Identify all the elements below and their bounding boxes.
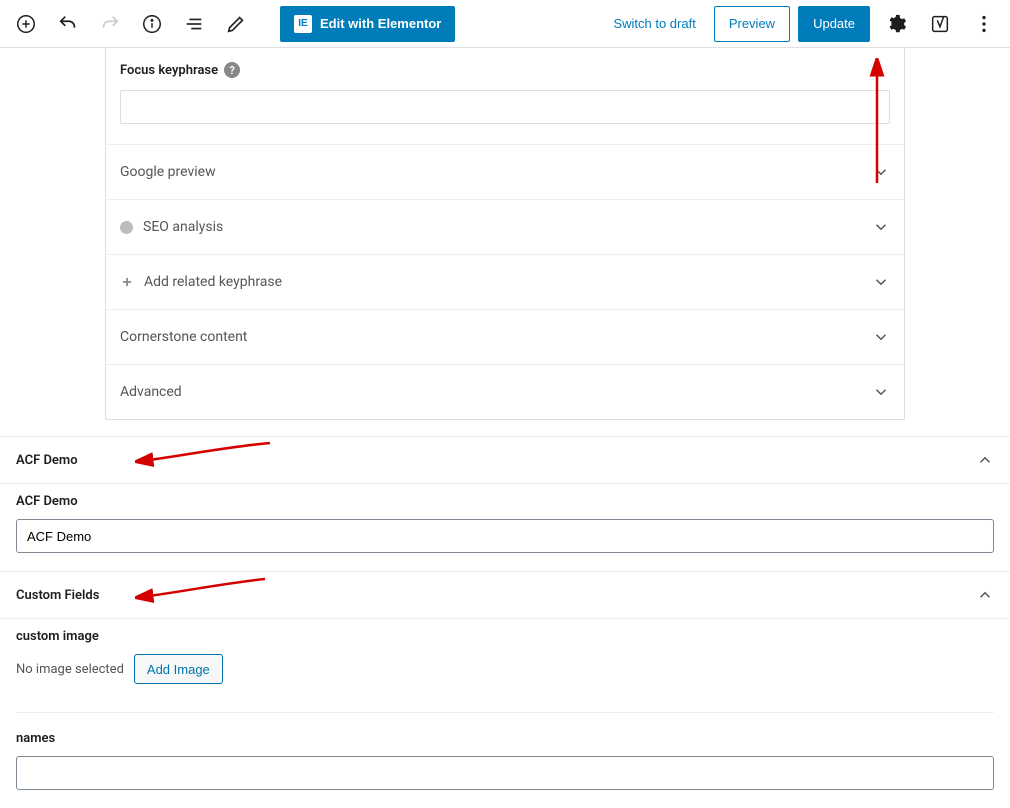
edit-mode-button[interactable] <box>218 6 254 42</box>
edit-with-elementor-button[interactable]: IE Edit with Elementor <box>280 6 455 42</box>
seo-analysis-label: SEO analysis <box>143 219 223 235</box>
advanced-row[interactable]: Advanced <box>106 364 904 419</box>
acf-demo-title: ACF Demo <box>16 453 78 468</box>
acf-demo-body: ACF Demo <box>0 483 1010 571</box>
google-preview-row[interactable]: Google preview <box>106 144 904 199</box>
focus-keyphrase-label-row: Focus keyphrase ? <box>120 62 890 78</box>
elementor-button-label: Edit with Elementor <box>320 16 441 31</box>
advanced-label: Advanced <box>120 384 182 400</box>
update-button[interactable]: Update <box>798 6 870 42</box>
focus-keyphrase-input[interactable] <box>120 90 890 124</box>
chevron-down-icon <box>872 218 890 236</box>
cornerstone-content-row[interactable]: Cornerstone content <box>106 309 904 364</box>
custom-fields-header[interactable]: Custom Fields <box>0 572 1010 618</box>
chevron-up-icon <box>976 586 994 604</box>
cornerstone-content-label: Cornerstone content <box>120 329 247 345</box>
editor-main: Focus keyphrase ? Google preview SEO ana… <box>0 48 1010 808</box>
editor-top-toolbar: IE Edit with Elementor Switch to draft P… <box>0 0 1010 48</box>
chevron-down-icon <box>872 163 890 181</box>
custom-image-label: custom image <box>16 619 994 654</box>
add-block-button[interactable] <box>8 6 44 42</box>
acf-demo-metabox: ACF Demo ACF Demo <box>0 436 1010 571</box>
spacer <box>16 684 994 706</box>
google-preview-label: Google preview <box>120 164 216 180</box>
chevron-up-icon <box>976 451 994 469</box>
undo-button[interactable] <box>50 6 86 42</box>
toolbar-right-group: Switch to draft Preview Update <box>603 6 1002 42</box>
custom-fields-title: Custom Fields <box>16 588 99 603</box>
custom-fields-metabox: Custom Fields custom image No image sele… <box>0 571 1010 808</box>
switch-to-draft-button[interactable]: Switch to draft <box>603 8 705 39</box>
names-input[interactable] <box>16 756 994 790</box>
focus-keyphrase-label: Focus keyphrase <box>120 63 218 78</box>
acf-demo-header[interactable]: ACF Demo <box>0 437 1010 483</box>
chevron-down-icon <box>872 328 890 346</box>
seo-analysis-row[interactable]: SEO analysis <box>106 199 904 254</box>
custom-image-row: No image selected Add Image <box>16 654 994 684</box>
chevron-down-icon <box>872 273 890 291</box>
no-image-text: No image selected <box>16 662 124 677</box>
plus-icon <box>120 275 134 289</box>
redo-button[interactable] <box>92 6 128 42</box>
info-button[interactable] <box>134 6 170 42</box>
add-related-keyphrase-row[interactable]: Add related keyphrase <box>106 254 904 309</box>
acf-demo-field-input[interactable] <box>16 519 994 553</box>
yoast-button[interactable] <box>922 6 958 42</box>
add-related-keyphrase-label: Add related keyphrase <box>144 274 282 290</box>
names-label: names <box>16 712 994 756</box>
focus-keyphrase-section: Focus keyphrase ? <box>106 48 904 144</box>
settings-button[interactable] <box>878 6 914 42</box>
custom-fields-body: custom image No image selected Add Image… <box>0 618 1010 808</box>
status-dot-icon <box>120 221 133 234</box>
yoast-seo-panel: Focus keyphrase ? Google preview SEO ana… <box>105 48 905 420</box>
preview-button[interactable]: Preview <box>714 6 790 42</box>
outline-button[interactable] <box>176 6 212 42</box>
help-icon[interactable]: ? <box>224 62 240 78</box>
acf-demo-field-label: ACF Demo <box>16 484 994 519</box>
add-image-button[interactable]: Add Image <box>134 654 223 684</box>
elementor-icon: IE <box>294 15 312 33</box>
more-options-button[interactable] <box>966 6 1002 42</box>
chevron-down-icon <box>872 383 890 401</box>
